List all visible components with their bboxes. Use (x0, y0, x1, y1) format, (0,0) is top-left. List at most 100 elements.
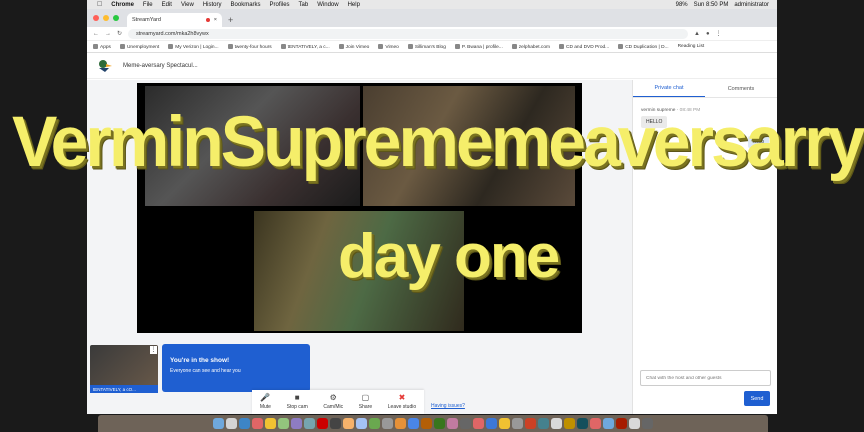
menu-help[interactable]: Help (348, 2, 360, 8)
menu-bookmarks[interactable]: Bookmarks (231, 2, 261, 8)
trash-icon[interactable] (642, 418, 653, 429)
mac-dock (98, 415, 768, 432)
app-icon[interactable] (291, 418, 302, 429)
bookmark-item[interactable]: My Verizon | Login... (168, 44, 218, 49)
kebab-menu-icon[interactable]: ⋮ (716, 30, 722, 37)
close-window-button[interactable] (93, 15, 99, 21)
extensions-icon[interactable]: ▲ (694, 31, 700, 37)
app-icon[interactable] (577, 418, 588, 429)
camera-icon: ■ (294, 393, 300, 402)
app-icon[interactable] (512, 418, 523, 429)
app-icon[interactable] (434, 418, 445, 429)
bookmark-item[interactable]: Unemployment (120, 44, 159, 49)
finder-icon[interactable] (213, 418, 224, 429)
broadcast-title[interactable]: Meme-aversary Spectacul... (123, 63, 198, 69)
app-icon[interactable] (473, 418, 484, 429)
bookmark-item[interactable]: Apps (93, 44, 111, 49)
app-icon[interactable] (304, 418, 315, 429)
leave-studio-button[interactable]: ✖ Leave studio (388, 393, 416, 411)
url-field[interactable]: streamyard.com/mka2h8vywx (128, 28, 689, 39)
app-icon[interactable] (382, 418, 393, 429)
clock[interactable]: Sun 8:50 PM (694, 2, 729, 8)
app-icon[interactable] (538, 418, 549, 429)
app-icon[interactable] (564, 418, 575, 429)
control-label: Stop cam (286, 404, 308, 410)
app-icon[interactable] (343, 418, 354, 429)
bookmark-item[interactable]: Vimeo (378, 44, 399, 49)
minimize-window-button[interactable] (103, 15, 109, 21)
chrome-icon[interactable] (408, 418, 419, 429)
app-icon[interactable] (603, 418, 614, 429)
chat-input[interactable] (640, 370, 771, 386)
reload-icon[interactable]: ↻ (117, 30, 122, 37)
having-issues-link[interactable]: Having issues? (431, 403, 465, 409)
bookmark-item[interactable]: CD Duplication | D... (618, 44, 668, 49)
tab-private-chat[interactable]: Private chat (633, 80, 705, 97)
app-icon[interactable] (356, 418, 367, 429)
app-icon[interactable] (525, 418, 536, 429)
app-icon[interactable] (252, 418, 263, 429)
app-icon[interactable] (330, 418, 341, 429)
user-name[interactable]: administrator (734, 2, 769, 8)
reading-list[interactable]: Reading List (678, 44, 705, 49)
app-icon[interactable] (369, 418, 380, 429)
bookmark-item[interactable]: Silliman's Blog (408, 44, 446, 49)
menu-history[interactable]: History (203, 2, 222, 8)
menu-profiles[interactable]: Profiles (270, 2, 290, 8)
leave-icon: ✖ (398, 393, 406, 402)
bookmark-item[interactable]: twenty-four hours (228, 44, 272, 49)
tab-close-icon[interactable]: × (214, 17, 217, 23)
back-icon[interactable]: ← (93, 31, 99, 37)
new-tab-button[interactable]: + (228, 15, 233, 25)
bookmark-item[interactable]: Join Vimeo (339, 44, 370, 49)
app-icon[interactable] (499, 418, 510, 429)
bookmark-item[interactable]: P. Bwana | profile... (455, 44, 503, 49)
share-button[interactable]: ▢ Share (359, 394, 372, 411)
stop-cam-button[interactable]: ■ Stop cam (286, 393, 308, 411)
app-icon[interactable] (317, 418, 328, 429)
kebab-menu-icon[interactable]: ⋮ (150, 346, 157, 354)
bookmark-item[interactable]: CD and DVD Prod... (559, 44, 609, 49)
studio-header: Meme-aversary Spectacul... (87, 53, 777, 79)
self-camera-preview[interactable]: ⋮ tENTATIVELY, a cO... (90, 345, 158, 393)
browser-tab[interactable]: StreamYard × (127, 13, 222, 27)
cam-mic-settings-button[interactable]: ⚙ Cam/Mic (323, 394, 343, 411)
app-icon[interactable] (265, 418, 276, 429)
in-show-subtitle: Everyone can see and hear you (170, 368, 241, 374)
app-icon[interactable] (421, 418, 432, 429)
bookmark-item[interactable]: zelphabet.com (512, 44, 550, 49)
bookmarks-bar: Apps Unemployment My Verizon | Login... … (87, 41, 777, 53)
app-icon[interactable] (239, 418, 250, 429)
forward-icon[interactable]: → (105, 31, 111, 37)
menu-app-name[interactable]: Chrome (111, 2, 134, 8)
app-icon[interactable] (590, 418, 601, 429)
menu-window[interactable]: Window (317, 2, 338, 8)
menu-edit[interactable]: Edit (162, 2, 172, 8)
bookmark-item[interactable]: tENTATIVELY, a c... (281, 44, 330, 49)
profile-avatar[interactable]: ● (706, 31, 710, 37)
overlay-title-line1: VerminSuprememeaversarry (12, 102, 864, 182)
menu-tab[interactable]: Tab (299, 2, 309, 8)
menu-file[interactable]: File (143, 2, 153, 8)
menu-view[interactable]: View (181, 2, 194, 8)
app-icon[interactable] (226, 418, 237, 429)
app-icon[interactable] (616, 418, 627, 429)
app-icon[interactable] (486, 418, 497, 429)
overlay-title-line2: day one (338, 222, 560, 291)
browser-window: StreamYard × + ← → ↻ streamyard.com/mka2… (87, 9, 777, 414)
app-icon[interactable] (460, 418, 471, 429)
mute-button[interactable]: 🎤 Mute (260, 394, 271, 411)
tab-comments[interactable]: Comments (705, 80, 777, 97)
app-icon[interactable] (278, 418, 289, 429)
app-icon[interactable] (629, 418, 640, 429)
send-button[interactable]: Send (744, 391, 770, 406)
participant-name: tENTATIVELY, a cO... (90, 385, 158, 393)
battery-indicator[interactable]: 98% (676, 2, 688, 8)
app-icon[interactable] (395, 418, 406, 429)
app-icon[interactable] (551, 418, 562, 429)
apple-icon[interactable]:  (97, 1, 102, 8)
in-show-title: You're in the show! (170, 357, 230, 364)
chat-tabs: Private chat Comments (633, 80, 777, 98)
app-icon[interactable] (447, 418, 458, 429)
maximize-window-button[interactable] (113, 15, 119, 21)
